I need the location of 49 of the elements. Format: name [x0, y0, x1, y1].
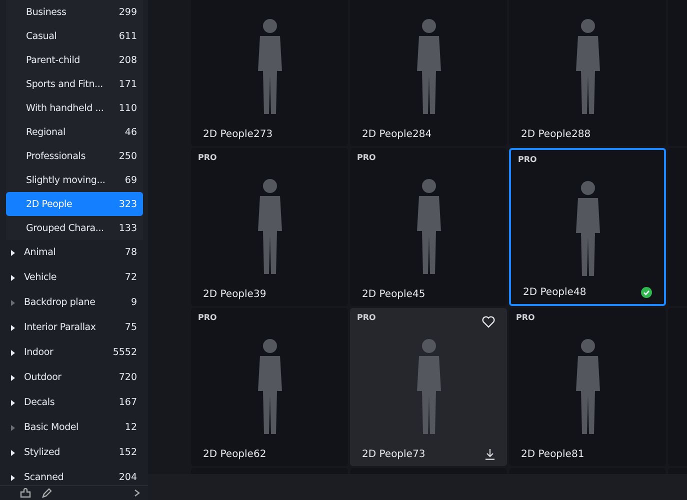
check-circle-icon — [641, 287, 652, 298]
download-icon[interactable] — [485, 449, 495, 460]
asset-name: 2D People62 — [203, 449, 266, 460]
category-item[interactable]: Business 299 — [6, 0, 143, 24]
category-item[interactable]: Vehicle 72 — [6, 265, 143, 290]
asset-card[interactable]: PRO 2D People45 — [350, 148, 507, 306]
asset-card[interactable]: 2D People284 — [350, 0, 507, 146]
asset-card[interactable]: PRO 2D People39 — [191, 148, 348, 306]
pen-icon[interactable] — [42, 488, 52, 498]
category-item[interactable]: Regional 46 — [6, 120, 143, 144]
pro-label: PRO — [198, 313, 217, 322]
asset-name: 2D People81 — [521, 449, 584, 460]
asset-name: 2D People39 — [203, 289, 266, 300]
pro-label: PRO — [357, 153, 376, 162]
asset-name: 2D People45 — [362, 289, 426, 300]
pro-label: PRO — [357, 313, 376, 322]
category-item[interactable]: Parent-child 208 — [6, 48, 143, 72]
category-item[interactable]: Outdoor 720 — [6, 365, 143, 390]
asset-name: 2D People48 — [523, 287, 586, 298]
pro-label: PRO — [198, 153, 217, 162]
category-item[interactable]: Scanned 204 — [6, 465, 143, 485]
category-item[interactable]: 2D People 323 — [6, 192, 143, 216]
pro-label: PRO — [516, 313, 535, 322]
asset-name: 2D People273 — [203, 129, 273, 140]
category-item[interactable]: Stylized 152 — [6, 440, 143, 465]
category-item[interactable]: Slightly moving... 69 — [6, 168, 143, 192]
asset-name: 2D People284 — [362, 129, 432, 140]
category-item[interactable]: Grouped Chara... 133 — [6, 216, 143, 240]
asset-name: 2D People288 — [521, 129, 591, 140]
heart-icon[interactable] — [482, 316, 495, 328]
asset-card[interactable]: PRO 2D People81 — [509, 308, 666, 466]
category-item[interactable]: Interior Parallax 75 — [6, 315, 143, 340]
asset-card[interactable]: 2D People273 — [191, 0, 348, 146]
asset-card[interactable]: PRO 2D People73 — [350, 308, 507, 466]
chevron-right-icon[interactable] — [134, 489, 140, 497]
category-item[interactable]: Backdrop plane 9 — [6, 290, 143, 315]
asset-card[interactable]: 2D People288 — [509, 0, 666, 146]
asset-card[interactable]: PRO 2D People48 — [509, 148, 666, 306]
category-item[interactable]: Decals 167 — [6, 390, 143, 415]
category-item[interactable]: Sports and Fitn... 171 — [6, 72, 143, 96]
category-item[interactable]: With handheld ... 110 — [6, 96, 143, 120]
category-item[interactable]: Casual 611 — [6, 24, 143, 48]
pro-label: PRO — [518, 155, 537, 164]
asset-card[interactable]: PRO 2D People62 — [191, 308, 348, 466]
category-item[interactable]: Basic Model 12 — [6, 415, 143, 440]
category-item[interactable]: Animal 78 — [6, 240, 143, 265]
category-item[interactable]: Professionals 250 — [6, 144, 143, 168]
category-item[interactable]: Indoor 5552 — [6, 340, 143, 365]
asset-name: 2D People73 — [362, 449, 426, 460]
